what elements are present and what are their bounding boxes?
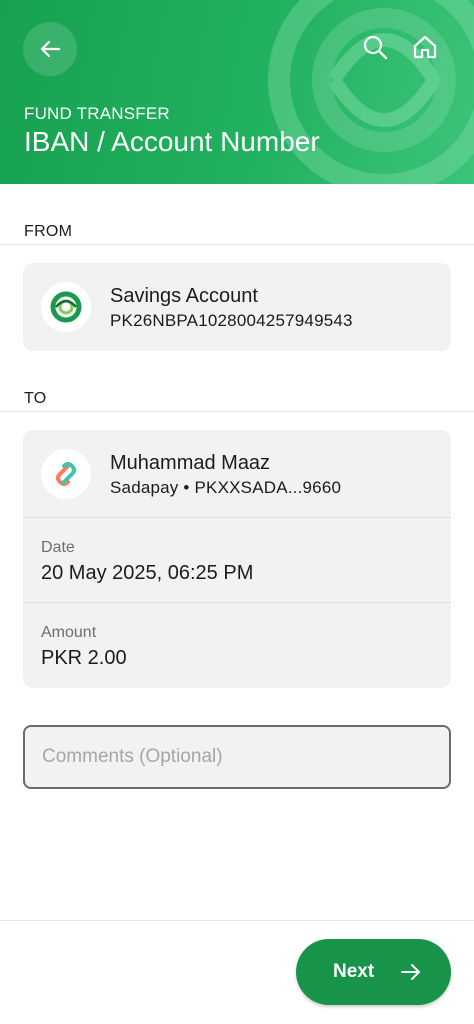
from-account-number: PK26NBPA1028004257949543 — [110, 311, 353, 330]
back-button[interactable] — [23, 22, 77, 76]
from-label: FROM — [24, 223, 73, 240]
date-label: Date — [41, 539, 75, 556]
from-account-card[interactable]: Savings Account PK26NBPA1028004257949543 — [23, 263, 451, 351]
home-button[interactable] — [410, 32, 440, 62]
footer-divider — [0, 920, 474, 921]
arrow-left-icon — [40, 40, 61, 58]
to-divider — [0, 411, 474, 412]
header-subtitle: FUND TRANSFER — [24, 104, 170, 123]
card-separator — [23, 517, 451, 518]
from-account-name: Savings Account — [110, 285, 258, 307]
from-divider — [0, 244, 474, 245]
bank-logo-icon — [41, 282, 91, 332]
page-title: IBAN / Account Number — [24, 126, 320, 157]
date-value: 20 May 2025, 06:25 PM — [41, 562, 254, 584]
arrow-right-icon — [401, 964, 420, 980]
search-icon — [363, 35, 388, 60]
next-button-label: Next — [333, 961, 375, 982]
header: FUND TRANSFER IBAN / Account Number — [0, 0, 474, 184]
recipient-details: Sadapay • PKXXSADA...9660 — [110, 478, 342, 497]
home-icon — [413, 35, 437, 59]
recipient-name: Muhammad Maaz — [110, 452, 271, 474]
sadapay-logo-icon — [41, 449, 91, 499]
to-details-card: Muhammad Maaz Sadapay • PKXXSADA...9660 … — [23, 430, 451, 688]
search-button[interactable] — [360, 32, 390, 62]
amount-value: PKR 2.00 — [41, 647, 127, 669]
comments-input[interactable] — [23, 725, 451, 789]
to-label: TO — [24, 390, 47, 407]
card-separator — [23, 602, 451, 603]
next-button[interactable]: Next — [296, 939, 451, 1005]
amount-label: Amount — [41, 624, 97, 641]
